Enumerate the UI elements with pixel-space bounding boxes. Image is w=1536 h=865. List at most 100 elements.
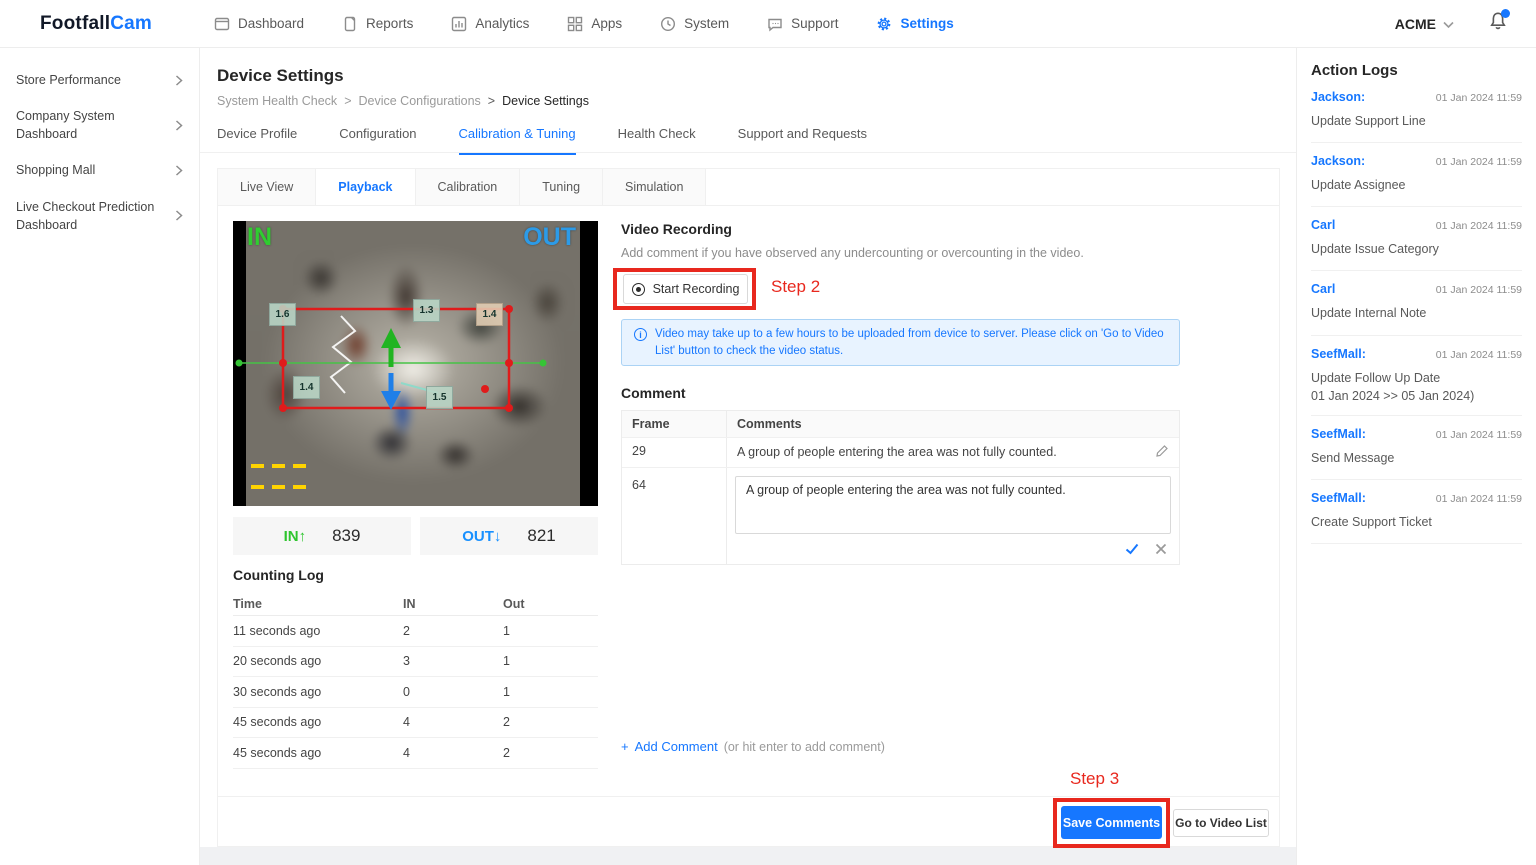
playback-subtabs: Live View Playback Calibration Tuning Si… <box>218 169 1279 206</box>
start-recording-button[interactable]: Start Recording <box>623 274 748 304</box>
tab-support-requests[interactable]: Support and Requests <box>738 126 867 155</box>
chat-bubble-icon <box>767 16 783 32</box>
action-log-user[interactable]: Carl <box>1311 282 1335 296</box>
device-settings-tabs: Device Profile Configuration Calibration… <box>217 126 867 155</box>
action-log-action: Send Message <box>1311 449 1522 467</box>
out-counter-label: OUT↓ <box>462 528 501 545</box>
action-log-time: 01 Jan 2024 11:59 <box>1436 493 1522 505</box>
chevron-right-icon <box>175 165 183 176</box>
upload-info-alert: i Video may take up to a few hours to be… <box>621 319 1180 366</box>
action-log-action: Update Follow Up Date <box>1311 369 1522 387</box>
subtab-simulation[interactable]: Simulation <box>603 169 706 205</box>
subtab-calibration[interactable]: Calibration <box>416 169 521 205</box>
clock-icon <box>660 16 676 32</box>
action-log-user[interactable]: SeefMall: <box>1311 347 1366 361</box>
notifications-bell[interactable] <box>1488 11 1508 36</box>
counting-log-table: Time IN Out 11 seconds ago21 20 seconds … <box>233 592 598 769</box>
down-arrow-icon: ↓ <box>494 528 502 545</box>
zone-height-label: 1.4 <box>293 376 320 399</box>
main-content: Device Settings System Health Check > De… <box>200 48 1296 847</box>
action-log-action-detail: 01 Jan 2024 >> 05 Jan 2024) <box>1311 389 1522 403</box>
go-to-video-list-button[interactable]: Go to Video List <box>1173 809 1269 837</box>
nav-item-apps[interactable]: Apps <box>567 16 622 32</box>
action-log-action: Update Issue Category <box>1311 240 1522 258</box>
up-arrow-icon: ↑ <box>299 528 307 545</box>
comments-column-header: Comments <box>727 411 1179 437</box>
apps-grid-icon <box>567 16 583 32</box>
nav-item-dashboard[interactable]: Dashboard <box>214 16 304 32</box>
nav-item-reports[interactable]: Reports <box>342 16 413 32</box>
add-comment-row: + Add Comment (or hit enter to add comme… <box>621 739 885 754</box>
in-out-counters: IN↑ 839 OUT↓ 821 <box>233 517 598 555</box>
subtab-live-view[interactable]: Live View <box>218 169 316 205</box>
footfallcam-logo[interactable]: FootfallCam <box>40 13 152 35</box>
tab-health-check[interactable]: Health Check <box>618 126 696 155</box>
comment-table-header: Frame Comments <box>622 411 1179 438</box>
action-log-action: Update Assignee <box>1311 176 1522 194</box>
camera-playback-video[interactable]: IN OUT 1.6 1.3 <box>233 221 598 506</box>
tab-calibration-tuning[interactable]: Calibration & Tuning <box>459 126 576 155</box>
tab-device-profile[interactable]: Device Profile <box>217 126 297 155</box>
record-icon <box>632 283 645 296</box>
counting-log-title: Counting Log <box>233 567 324 583</box>
page-title: Device Settings <box>217 66 344 86</box>
nav-item-support[interactable]: Support <box>767 16 838 32</box>
frame-number: 29 <box>622 438 727 467</box>
nav-item-system[interactable]: System <box>660 16 729 32</box>
confirm-comment-icon[interactable] <box>1125 543 1139 558</box>
action-log-user[interactable]: Jackson: <box>1311 154 1365 168</box>
tab-configuration[interactable]: Configuration <box>339 126 416 155</box>
action-log-user[interactable]: SeefMall: <box>1311 491 1366 505</box>
video-recording-subtitle: Add comment if you have observed any und… <box>621 246 1084 260</box>
breadcrumb-separator: > <box>488 94 495 108</box>
calibration-card: Live View Playback Calibration Tuning Si… <box>217 168 1280 847</box>
bar-chart-icon <box>451 16 467 32</box>
start-recording-label: Start Recording <box>653 282 740 296</box>
zone-height-label: 1.4 <box>476 303 503 326</box>
comment-edit-textarea[interactable]: A group of people entering the area was … <box>735 476 1171 534</box>
subtab-tuning[interactable]: Tuning <box>520 169 603 205</box>
action-log-entry: Jackson:01 Jan 2024 11:59 Update Support… <box>1311 79 1522 143</box>
nav-label: Dashboard <box>238 16 304 31</box>
sidebar-item-shopping-mall[interactable]: Shopping Mall <box>0 152 199 188</box>
plus-icon: + <box>621 739 629 754</box>
action-log-user[interactable]: SeefMall: <box>1311 427 1366 441</box>
account-dropdown[interactable]: ACME <box>1395 16 1454 32</box>
action-log-entry: Carl01 Jan 2024 11:59 Update Internal No… <box>1311 271 1522 335</box>
left-sidebar: Store Performance Company System Dashboa… <box>0 48 200 865</box>
action-log-entry: Jackson:01 Jan 2024 11:59 Update Assigne… <box>1311 143 1522 207</box>
save-comments-button[interactable]: Save Comments <box>1061 806 1162 839</box>
counting-log-row: 11 seconds ago21 <box>233 616 598 647</box>
action-log-time: 01 Jan 2024 11:59 <box>1436 220 1522 232</box>
comment-table: Frame Comments 29 A group of people ente… <box>621 410 1180 565</box>
nav-label: Apps <box>591 16 622 31</box>
action-log-user[interactable]: Jackson: <box>1311 90 1365 104</box>
action-log-user[interactable]: Carl <box>1311 218 1335 232</box>
alert-text: Video may take up to a few hours to be u… <box>655 326 1167 359</box>
chevron-right-icon <box>175 120 183 131</box>
cancel-comment-icon[interactable] <box>1155 543 1167 558</box>
info-icon: i <box>634 328 647 341</box>
zone-height-label: 1.6 <box>269 303 296 326</box>
sidebar-item-live-checkout-prediction[interactable]: Live Checkout Prediction Dashboard <box>0 189 199 243</box>
counting-log-row: 20 seconds ago31 <box>233 647 598 678</box>
sidebar-item-store-performance[interactable]: Store Performance <box>0 62 199 98</box>
comment-section-title: Comment <box>621 385 686 401</box>
breadcrumb-device-configurations[interactable]: Device Configurations <box>359 94 481 108</box>
add-comment-link[interactable]: Add Comment <box>635 739 718 754</box>
nav-item-analytics[interactable]: Analytics <box>451 16 529 32</box>
breadcrumb: System Health Check > Device Configurati… <box>217 94 589 108</box>
logo-text-cam: Cam <box>110 13 152 34</box>
frame-number: 64 <box>622 468 727 564</box>
account-name: ACME <box>1395 16 1436 32</box>
in-count-value: 839 <box>332 526 360 546</box>
action-log-entry: SeefMall:01 Jan 2024 11:59 Send Message <box>1311 416 1522 480</box>
subtab-playback[interactable]: Playback <box>316 169 415 205</box>
breadcrumb-system-health-check[interactable]: System Health Check <box>217 94 337 108</box>
step2-annotation: Step 2 <box>771 277 820 297</box>
sidebar-item-company-system-dashboard[interactable]: Company System Dashboard <box>0 98 199 152</box>
nav-item-settings[interactable]: Settings <box>876 16 953 32</box>
comment-row-editing: 64 A group of people entering the area w… <box>622 468 1179 564</box>
edit-comment-icon[interactable] <box>1155 444 1169 461</box>
step3-annotation: Step 3 <box>1070 769 1119 789</box>
